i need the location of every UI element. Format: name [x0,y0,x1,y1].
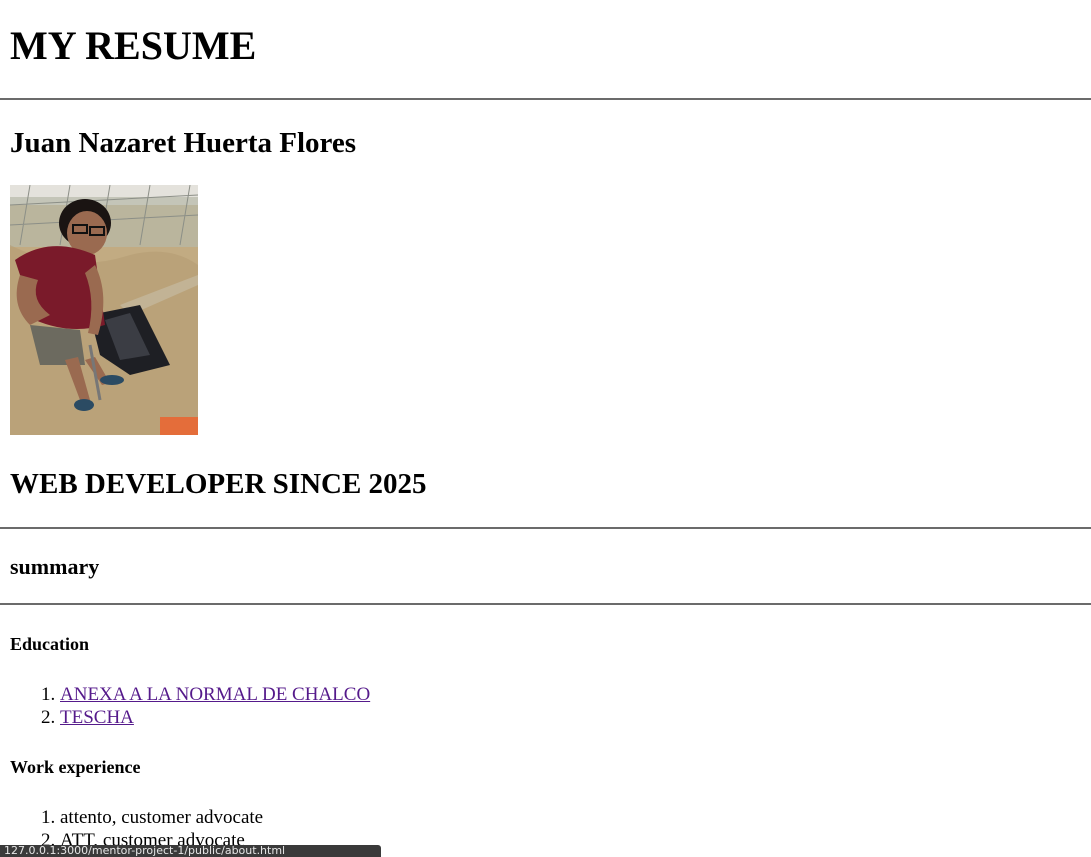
education-heading: Education [10,633,90,654]
divider [0,98,1091,100]
photo-icon [10,184,198,435]
summary-heading: summary [10,553,100,579]
work-experience-heading: Work experience [10,756,141,777]
list-item: ANEXA A LA NORMAL DE CHALCO [60,683,1091,707]
education-list: ANEXA A LA NORMAL DE CHALCO TESCHA [10,683,1091,730]
divider [0,526,1091,529]
list-item: TESCHA [60,706,1091,730]
page-title: MY RESUME [10,23,257,68]
profile-photo [10,184,198,435]
job-title: WEB DEVELOPER SINCE 2025 [10,467,427,500]
education-link-tescha[interactable]: TESCHA [60,707,134,728]
education-link-anexa[interactable]: ANEXA A LA NORMAL DE CHALCO [60,684,370,705]
list-item: attento, customer advocate [60,806,1091,830]
resume-page: MY RESUME Juan Nazaret Huerta Flores WEB… [0,0,1091,853]
person-name: Juan Nazaret Huerta Flores [10,127,357,159]
status-bar-url: 127.0.0.1:3000/mentor-project-1/public/a… [0,845,381,857]
divider [0,602,1091,605]
